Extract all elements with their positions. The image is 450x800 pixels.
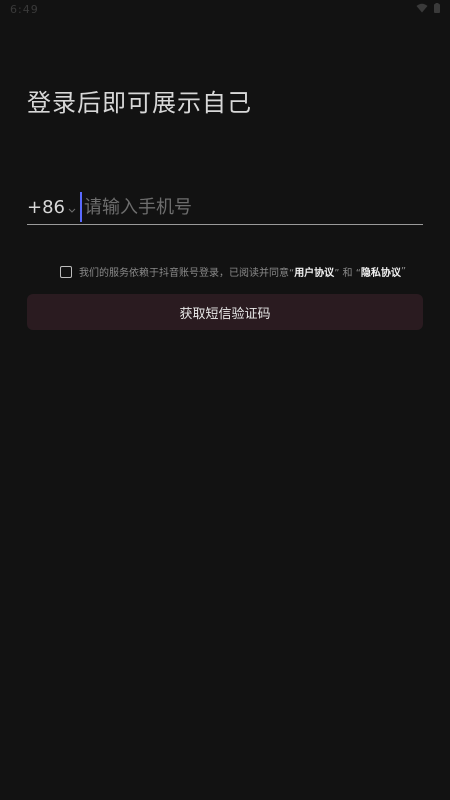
agreement-row: 我们的服务依赖于抖音账号登录，已阅读并同意“ 用户协议 ” 和 “ 隐私协议 ” xyxy=(60,264,406,279)
phone-number-input[interactable] xyxy=(80,192,423,222)
status-time: 6:49 xyxy=(10,3,39,16)
get-sms-code-button[interactable]: 获取短信验证码 xyxy=(27,294,423,330)
country-code-selector[interactable]: +86 xyxy=(27,196,76,219)
agreement-checkbox[interactable] xyxy=(60,265,72,278)
page-title: 登录后即可展示自己 xyxy=(27,89,252,117)
user-agreement-link[interactable]: 用户协议 xyxy=(294,264,334,279)
privacy-agreement-link[interactable]: 隐私协议 xyxy=(361,264,401,279)
chevron-down-icon xyxy=(68,198,76,219)
agreement-text-before: 我们的服务依赖于抖音账号登录，已阅读并同意“ xyxy=(79,268,295,279)
agreement-text-middle: ” 和 “ xyxy=(334,268,361,279)
wifi-icon xyxy=(416,3,428,13)
status-icons xyxy=(416,3,440,13)
battery-icon xyxy=(434,3,440,13)
agreement-text-after: ” xyxy=(400,266,407,277)
status-bar: 6:49 xyxy=(0,0,450,20)
country-code-label: +86 xyxy=(27,196,65,218)
phone-input-row: +86 xyxy=(27,190,423,225)
